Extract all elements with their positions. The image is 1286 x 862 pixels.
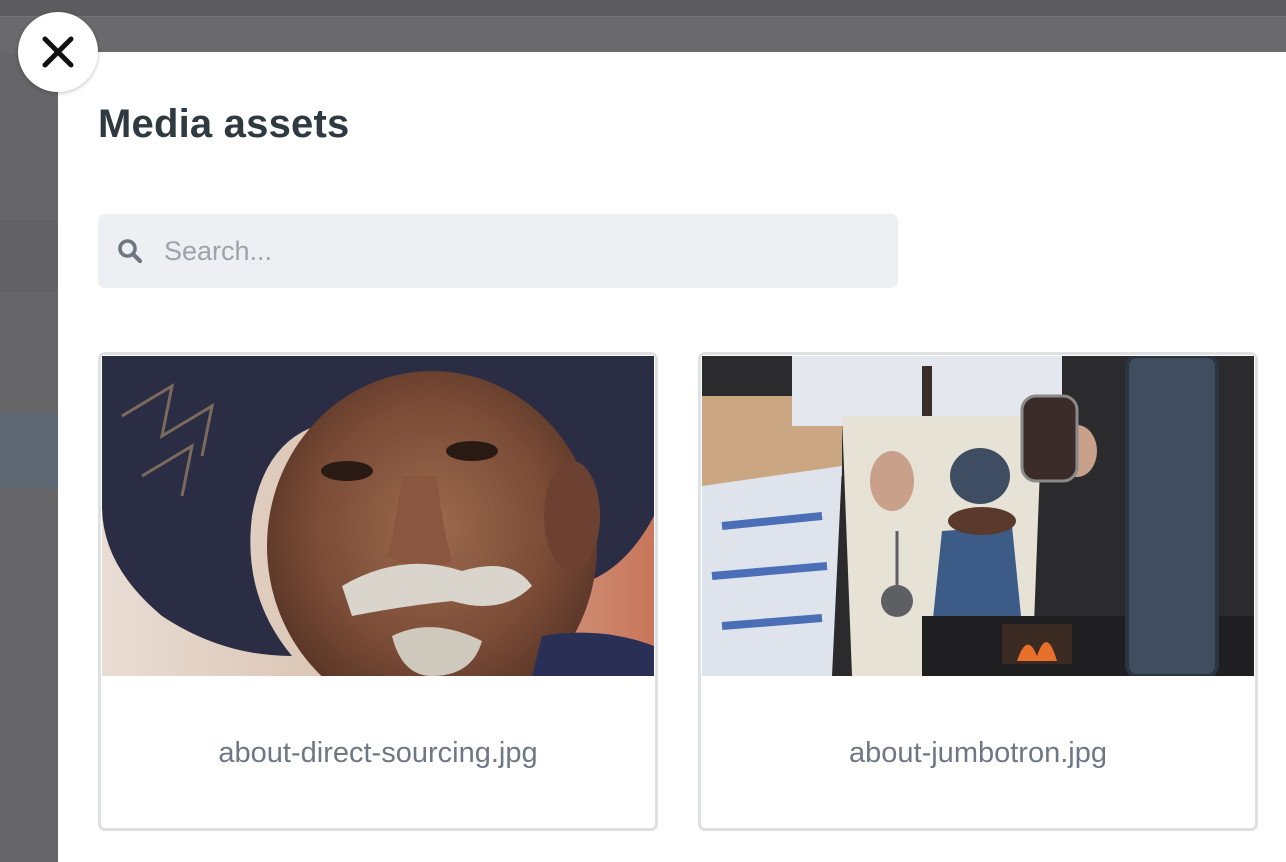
background-sidebar-item [0,220,60,292]
background-toolbar [0,16,1286,53]
search-box[interactable] [98,214,898,288]
background-sidebar-item-active [0,414,60,488]
close-icon [41,35,75,69]
search-input[interactable] [162,234,866,268]
background-app-bar [0,0,1286,16]
asset-filename: about-jumbotron.jpg [849,737,1107,769]
asset-card[interactable]: about-jumbotron.jpg [698,352,1258,831]
asset-card[interactable]: about-direct-sourcing.jpg [98,352,658,831]
search-icon [116,237,144,265]
asset-filename: about-direct-sourcing.jpg [218,737,538,769]
media-assets-panel: Media assets Search... about-direct-sour… [58,52,1286,862]
close-button[interactable] [18,12,98,92]
page-title: Media assets [98,102,350,146]
asset-thumbnail [702,356,1254,676]
asset-thumbnail [102,356,654,676]
